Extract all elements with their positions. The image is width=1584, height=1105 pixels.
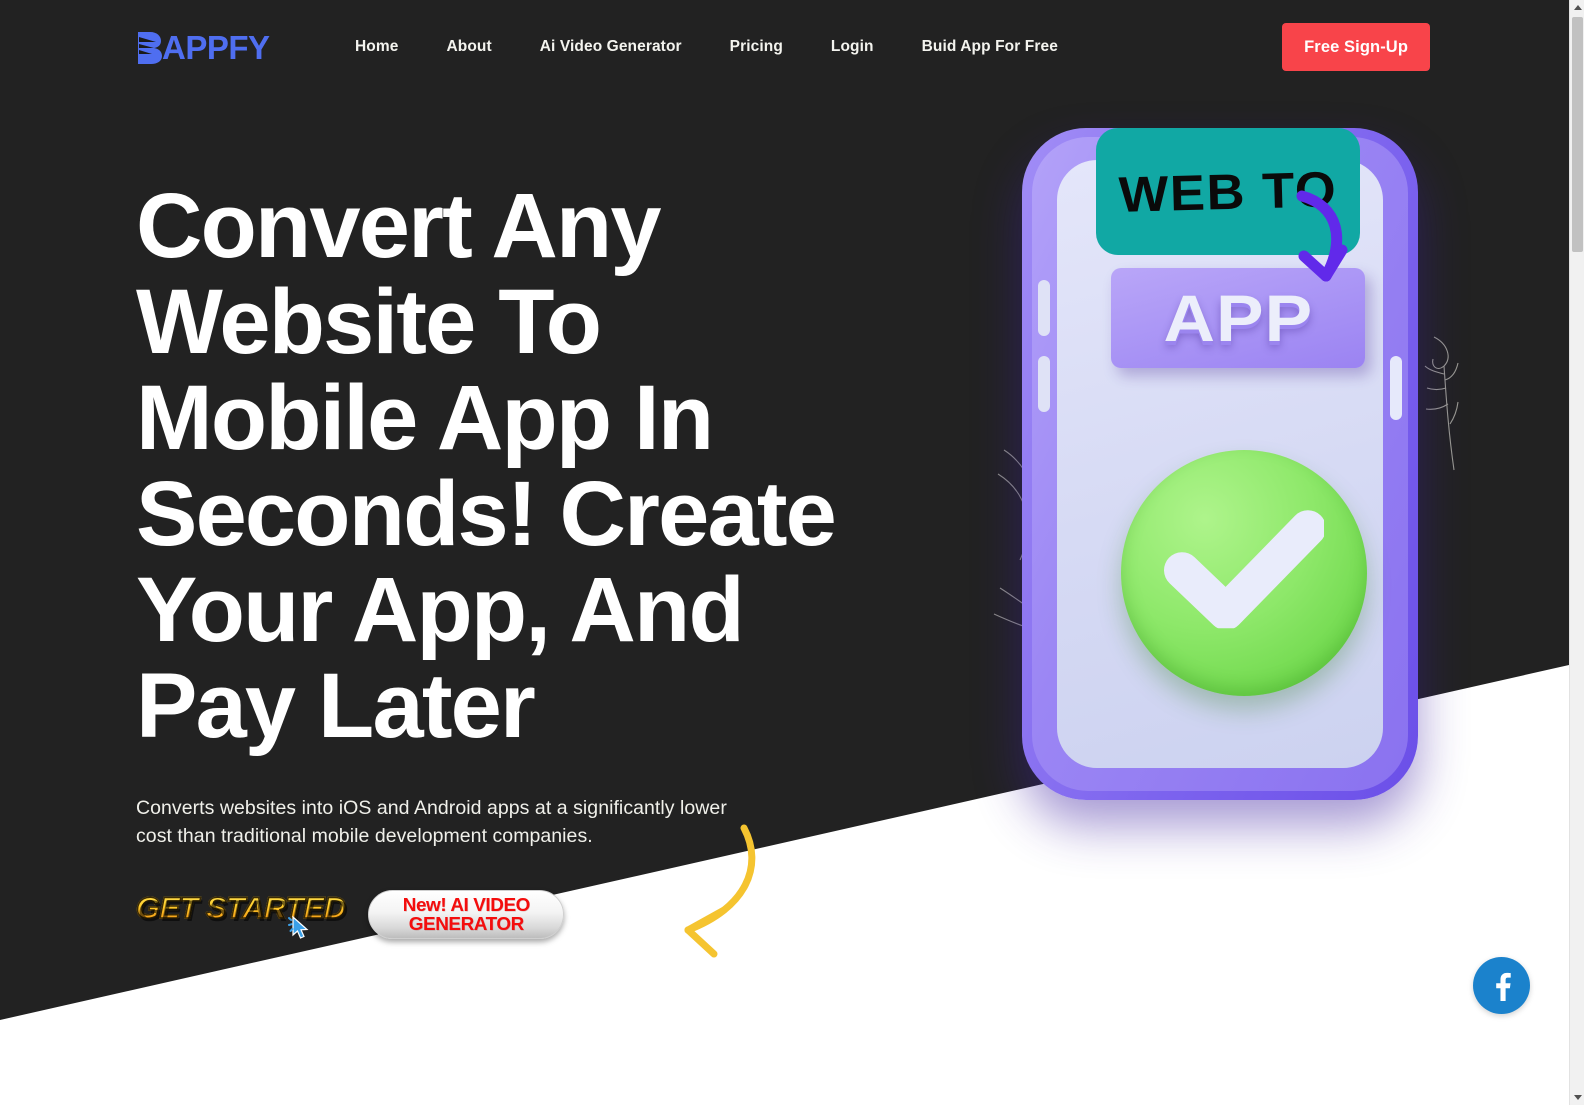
logo-text: APPFY bbox=[162, 29, 270, 66]
ai-video-line2: GENERATOR bbox=[408, 913, 524, 934]
phone-volume-up-button bbox=[1038, 280, 1050, 336]
nav-item-about[interactable]: About bbox=[446, 30, 491, 64]
ai-video-generator-button[interactable]: New! AI VIDEO GENERATOR bbox=[368, 889, 564, 939]
facebook-icon[interactable] bbox=[1473, 957, 1530, 1014]
check-circle-icon bbox=[1121, 450, 1367, 696]
scrollbar-thumb[interactable] bbox=[1572, 17, 1583, 252]
cursor-pointer-icon bbox=[288, 914, 314, 942]
hero-subtitle: Converts websites into iOS and Android a… bbox=[136, 797, 727, 847]
get-started-button[interactable]: GET STARTED bbox=[135, 886, 347, 942]
get-started-label: GET STARTED bbox=[135, 891, 347, 926]
vertical-scrollbar[interactable] bbox=[1569, 0, 1584, 1105]
hero-copy: Convert Any Website To Mobile App In Sec… bbox=[136, 178, 916, 850]
nav-links: Home About Ai Video Generator Pricing Lo… bbox=[355, 0, 1058, 94]
nav-item-ai-video-generator[interactable]: Ai Video Generator bbox=[540, 30, 682, 64]
chevron-down-icon bbox=[1573, 1095, 1582, 1100]
ai-video-generator-label: New! AI VIDEO GENERATOR bbox=[402, 894, 530, 934]
wing-mark-icon bbox=[136, 31, 162, 65]
nav-item-home[interactable]: Home bbox=[355, 30, 398, 64]
scrollbar-up-arrow[interactable] bbox=[1570, 0, 1584, 15]
chevron-up-icon bbox=[1573, 5, 1582, 10]
nav-item-pricing[interactable]: Pricing bbox=[730, 30, 783, 64]
cta-row: GET STARTED New! AI VIDEO GENERATOR bbox=[135, 886, 564, 942]
phone-volume-down-button bbox=[1038, 356, 1050, 412]
phone-power-button bbox=[1390, 356, 1402, 420]
page-viewport: APPFY Home About Ai Video Generator Pric… bbox=[0, 0, 1569, 1105]
main-navbar: APPFY Home About Ai Video Generator Pric… bbox=[0, 0, 1569, 94]
page-title: Convert Any Website To Mobile App In Sec… bbox=[136, 175, 837, 757]
ai-video-line1: New! AI VIDEO bbox=[402, 894, 530, 915]
nav-item-build-app-for-free[interactable]: Buid App For Free bbox=[922, 30, 1058, 64]
browser-page: APPFY Home About Ai Video Generator Pric… bbox=[0, 0, 1584, 1105]
free-signup-button[interactable]: Free Sign-Up bbox=[1282, 23, 1430, 71]
curved-arrow-icon bbox=[1290, 188, 1370, 298]
nav-item-login[interactable]: Login bbox=[831, 30, 874, 64]
site-logo[interactable]: APPFY bbox=[136, 28, 270, 68]
scrollbar-down-arrow[interactable] bbox=[1570, 1090, 1584, 1105]
